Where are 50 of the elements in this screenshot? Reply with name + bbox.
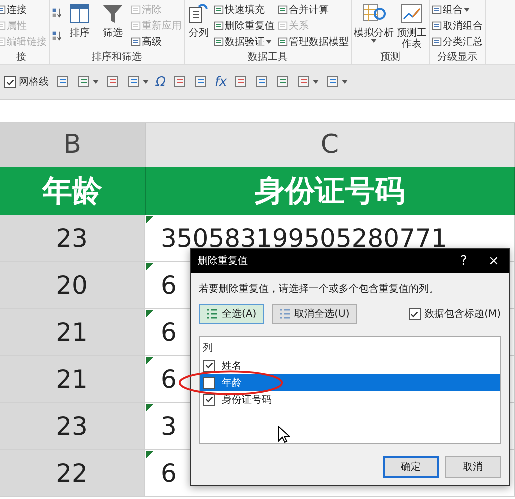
gridlines-checkbox[interactable]: 网格线	[4, 75, 49, 89]
ribbon-button[interactable]: 管理数据模型	[278, 34, 349, 49]
ribbon-button[interactable]: 取消组合	[432, 18, 483, 33]
ribbon-button[interactable]: 排序	[65, 2, 95, 39]
column-header[interactable]: B	[0, 123, 146, 167]
header-cell: 身份证号码	[146, 167, 515, 215]
toolbar-button[interactable]: Ω	[156, 74, 166, 90]
group-label: 排序和筛选	[91, 52, 143, 64]
ribbon-button[interactable]: 删除重复值	[214, 18, 275, 33]
list-heading: 列	[202, 342, 214, 356]
ribbon-button[interactable]: 合并计算	[278, 2, 349, 17]
ribbon-button[interactable]: 快速填充	[214, 2, 275, 17]
selection-button[interactable]: 取消全选(U)	[272, 304, 357, 324]
instruction-text: 若要删除重复值，请选择一个或多个包含重复值的列。	[199, 282, 440, 296]
dialog-button[interactable]: 取消	[445, 456, 501, 478]
ribbon-button[interactable]: 分类汇总	[432, 34, 483, 49]
cell-value: 6	[161, 270, 177, 300]
cell-value: 22	[56, 458, 88, 488]
ribbon-button[interactable]: 数据验证	[214, 34, 275, 49]
column-list-item[interactable]: 身份证号码	[200, 391, 500, 408]
cell-value: 6	[161, 318, 177, 346]
group-label: 接	[16, 52, 28, 64]
headers-checkbox[interactable]: 数据包含标题(M)	[408, 307, 501, 321]
ribbon-button[interactable]: 高级	[131, 34, 182, 49]
cell-value: 20	[56, 270, 88, 300]
ribbon-button[interactable]: 筛选	[98, 2, 128, 39]
cell-value: 23	[56, 412, 88, 440]
cell-value: 6	[161, 364, 177, 394]
cell-value: 21	[56, 364, 88, 394]
group-label: 数据工具	[247, 52, 289, 64]
cell-value: 6	[161, 458, 177, 488]
cell-value: 3	[161, 412, 177, 440]
ribbon-button[interactable]: 预测工作表	[397, 2, 427, 50]
ribbon-button[interactable]: 连接	[0, 2, 47, 17]
cell-value: 350583199505280771	[161, 224, 448, 252]
column-list-item[interactable]: 年龄	[200, 374, 500, 391]
cell-value: 21	[56, 318, 88, 346]
ribbon-button[interactable]: 组合	[432, 2, 483, 17]
dialog-title: 删除重复值	[198, 254, 249, 268]
ribbon-button[interactable]: 模拟分析	[354, 2, 394, 43]
help-button[interactable]: ?	[449, 254, 479, 268]
cell-value: 23	[56, 224, 88, 252]
group-label: 预测	[380, 52, 402, 64]
ribbon-button[interactable]: 分列	[187, 2, 211, 39]
column-list-item[interactable]: 姓名	[200, 357, 500, 374]
close-button[interactable]: ×	[479, 254, 509, 268]
selection-button[interactable]: 全选(A)	[199, 304, 264, 324]
group-label: 分级显示	[436, 52, 478, 64]
toolbar-button[interactable]: fx	[214, 74, 228, 90]
dialog-button[interactable]: 确定	[383, 456, 439, 478]
